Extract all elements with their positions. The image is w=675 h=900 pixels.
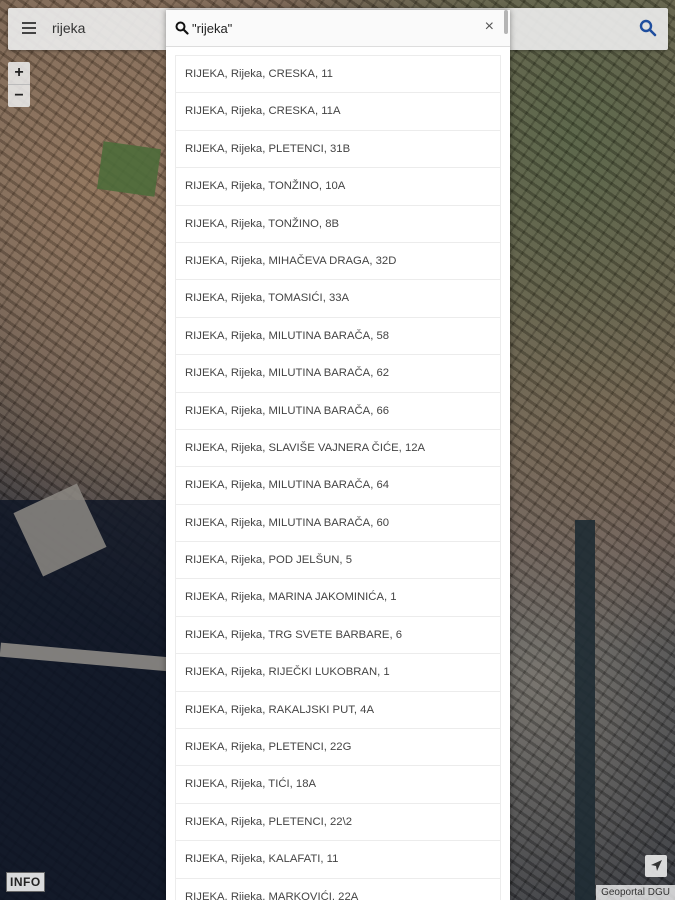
search-results-list: RIJEKA, Rijeka, CRESKA, 11 RIJEKA, Rijeka…	[166, 47, 510, 900]
info-button[interactable]: INFO	[6, 872, 45, 892]
search-result-item[interactable]: RIJEKA, Rijeka, PLETENCI, 22G	[175, 728, 501, 766]
search-results-panel: "rijeka" × RIJEKA, Rijeka, CRESKA, 11 RIJ…	[166, 10, 510, 900]
search-icon[interactable]	[638, 18, 658, 38]
search-result-item[interactable]: RIJEKA, Rijeka, RIJEČKI LUKOBRAN, 1	[175, 653, 501, 691]
search-result-item[interactable]: RIJEKA, Rijeka, TONŽINO, 10A	[175, 167, 501, 205]
search-result-item[interactable]: RIJEKA, Rijeka, MILUTINA BARAČA, 58	[175, 316, 501, 355]
locate-icon[interactable]	[645, 855, 667, 877]
search-result-item[interactable]: RIJEKA, Rijeka, MARINA JAKOMINIĆA, 1	[175, 578, 501, 616]
search-result-item[interactable]: RIJEKA, Rijeka, MIHAČEVA DRAGA, 32D	[175, 241, 501, 280]
search-result-item[interactable]: RIJEKA, Rijeka, POD JELŠUN, 5	[175, 541, 501, 579]
hamburger-menu-icon[interactable]	[22, 20, 36, 36]
search-result-item[interactable]: RIJEKA, Rijeka, PLETENCI, 31B	[175, 129, 501, 168]
search-result-item[interactable]: RIJEKA, Rijeka, CRESKA, 11	[175, 55, 501, 93]
search-icon	[175, 21, 189, 35]
search-result-item[interactable]: RIJEKA, Rijeka, SLAVIŠE VAJNERA ČIĆE, 12…	[175, 428, 501, 467]
close-icon[interactable]: ×	[485, 18, 494, 36]
search-result-item[interactable]: RIJEKA, Rijeka, MILUTINA BARAČA, 66	[175, 391, 501, 429]
map-attribution[interactable]: Geoportal DGU	[596, 885, 675, 900]
search-result-item[interactable]: RIJEKA, Rijeka, TOMASIĆI, 33A	[175, 279, 501, 317]
search-result-item[interactable]: RIJEKA, Rijeka, MILUTINA BARAČA, 62	[175, 354, 501, 392]
search-result-item[interactable]: RIJEKA, Rijeka, TIĆI, 18A	[175, 765, 501, 803]
zoom-in-button[interactable]: +	[8, 62, 30, 84]
map-feature-park	[96, 141, 162, 197]
search-result-item[interactable]: RIJEKA, Rijeka, TRG SVETE BARBARE, 6	[175, 615, 501, 654]
search-result-item[interactable]: RIJEKA, Rijeka, PLETENCI, 22\2	[175, 802, 501, 841]
map-feature-river	[575, 520, 595, 900]
map-feature-sea	[0, 500, 170, 900]
search-result-item[interactable]: RIJEKA, Rijeka, RAKALJSKI PUT, 4A	[175, 690, 501, 729]
search-result-item[interactable]: RIJEKA, Rijeka, MILUTINA BARAČA, 64	[175, 466, 501, 504]
scrollbar-thumb[interactable]	[504, 10, 508, 34]
search-result-item[interactable]: RIJEKA, Rijeka, KALAFATI, 11	[175, 840, 501, 878]
zoom-control: + −	[8, 62, 30, 107]
search-query-text: "rijeka"	[192, 21, 233, 36]
search-results-header: "rijeka" ×	[166, 10, 510, 47]
search-text[interactable]: rijeka	[52, 20, 85, 36]
search-result-item[interactable]: RIJEKA, Rijeka, MARKOVIĆI, 22A	[175, 877, 501, 900]
search-result-item[interactable]: RIJEKA, Rijeka, TONŽINO, 8B	[175, 204, 501, 242]
search-result-item[interactable]: RIJEKA, Rijeka, MILUTINA BARAČA, 60	[175, 503, 501, 542]
zoom-out-button[interactable]: −	[8, 84, 30, 107]
search-result-item[interactable]: RIJEKA, Rijeka, CRESKA, 11A	[175, 92, 501, 130]
